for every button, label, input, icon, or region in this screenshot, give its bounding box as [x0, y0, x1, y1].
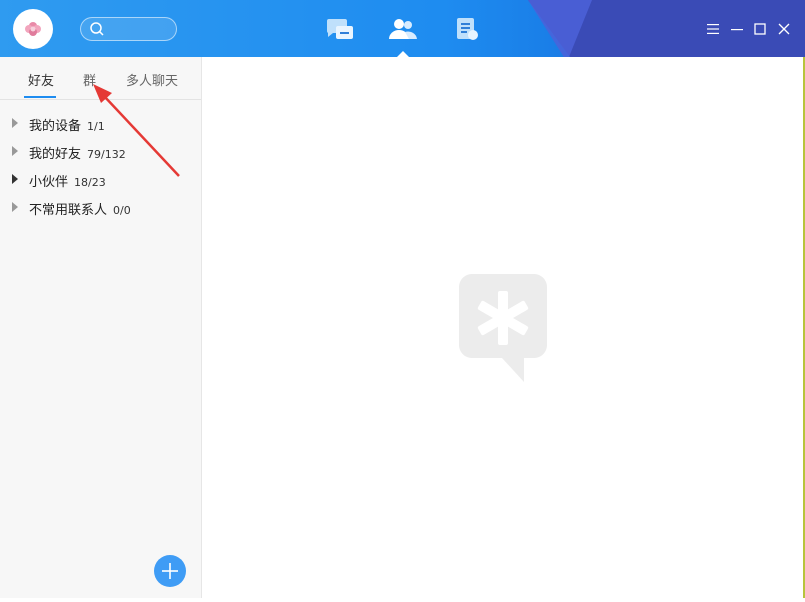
maximize-icon	[754, 23, 766, 35]
contact-group-friends[interactable]: 我的好友 79/132	[0, 141, 201, 163]
sidebar-tabs: 好友 群 多人聊天	[0, 57, 201, 100]
window-edge-bottom	[0, 598, 805, 602]
expand-arrow-icon	[12, 174, 18, 184]
contacts-sidebar: 好友 群 多人聊天 我的设备 1/1 我的好友 79/132 小伙伴 18/23 不常…	[0, 57, 202, 602]
group-count: 0/0	[113, 204, 131, 217]
add-contact-button[interactable]	[154, 555, 186, 587]
expand-arrow-icon	[12, 118, 18, 128]
group-name: 我的设备	[29, 119, 82, 134]
group-count: 79/132	[87, 148, 126, 161]
group-name: 我的好友	[29, 147, 82, 162]
expand-arrow-icon	[12, 146, 18, 156]
title-bar	[0, 0, 805, 57]
search-box[interactable]	[80, 17, 177, 41]
active-nav-indicator	[397, 51, 409, 57]
expand-arrow-icon	[12, 202, 18, 212]
group-count: 1/1	[87, 120, 105, 133]
search-icon	[89, 21, 105, 41]
tab-multi-chat[interactable]: 多人聊天	[126, 70, 178, 89]
nav-files[interactable]	[452, 16, 482, 42]
document-icon	[457, 18, 478, 40]
group-count: 18/23	[74, 176, 106, 189]
tab-groups[interactable]: 群	[83, 70, 96, 89]
close-button[interactable]	[776, 21, 792, 37]
tab-friends[interactable]: 好友	[28, 70, 54, 89]
contact-group-buddies[interactable]: 小伙伴 18/23	[0, 169, 201, 191]
group-name: 小伙伴	[29, 175, 69, 190]
maximize-button[interactable]	[752, 21, 768, 37]
minimize-icon	[731, 29, 743, 31]
contact-group-devices[interactable]: 我的设备 1/1	[0, 113, 201, 135]
active-tab-underline	[24, 96, 56, 98]
search-input[interactable]	[109, 20, 173, 38]
hamburger-icon	[707, 24, 719, 34]
group-name: 不常用联系人	[29, 203, 108, 218]
empty-state-logo-icon	[458, 273, 548, 389]
nav-contacts[interactable]	[388, 16, 418, 42]
contact-group-infrequent[interactable]: 不常用联系人 0/0	[0, 197, 201, 219]
close-icon	[778, 23, 790, 35]
menu-button[interactable]	[705, 21, 721, 37]
plus-icon	[162, 563, 178, 579]
avatar[interactable]	[13, 9, 53, 49]
nav-messages[interactable]	[325, 16, 355, 42]
chat-bubbles-icon	[326, 19, 353, 39]
flower-avatar-icon	[25, 22, 41, 36]
minimize-button[interactable]	[729, 21, 745, 37]
contacts-icon	[389, 19, 417, 39]
